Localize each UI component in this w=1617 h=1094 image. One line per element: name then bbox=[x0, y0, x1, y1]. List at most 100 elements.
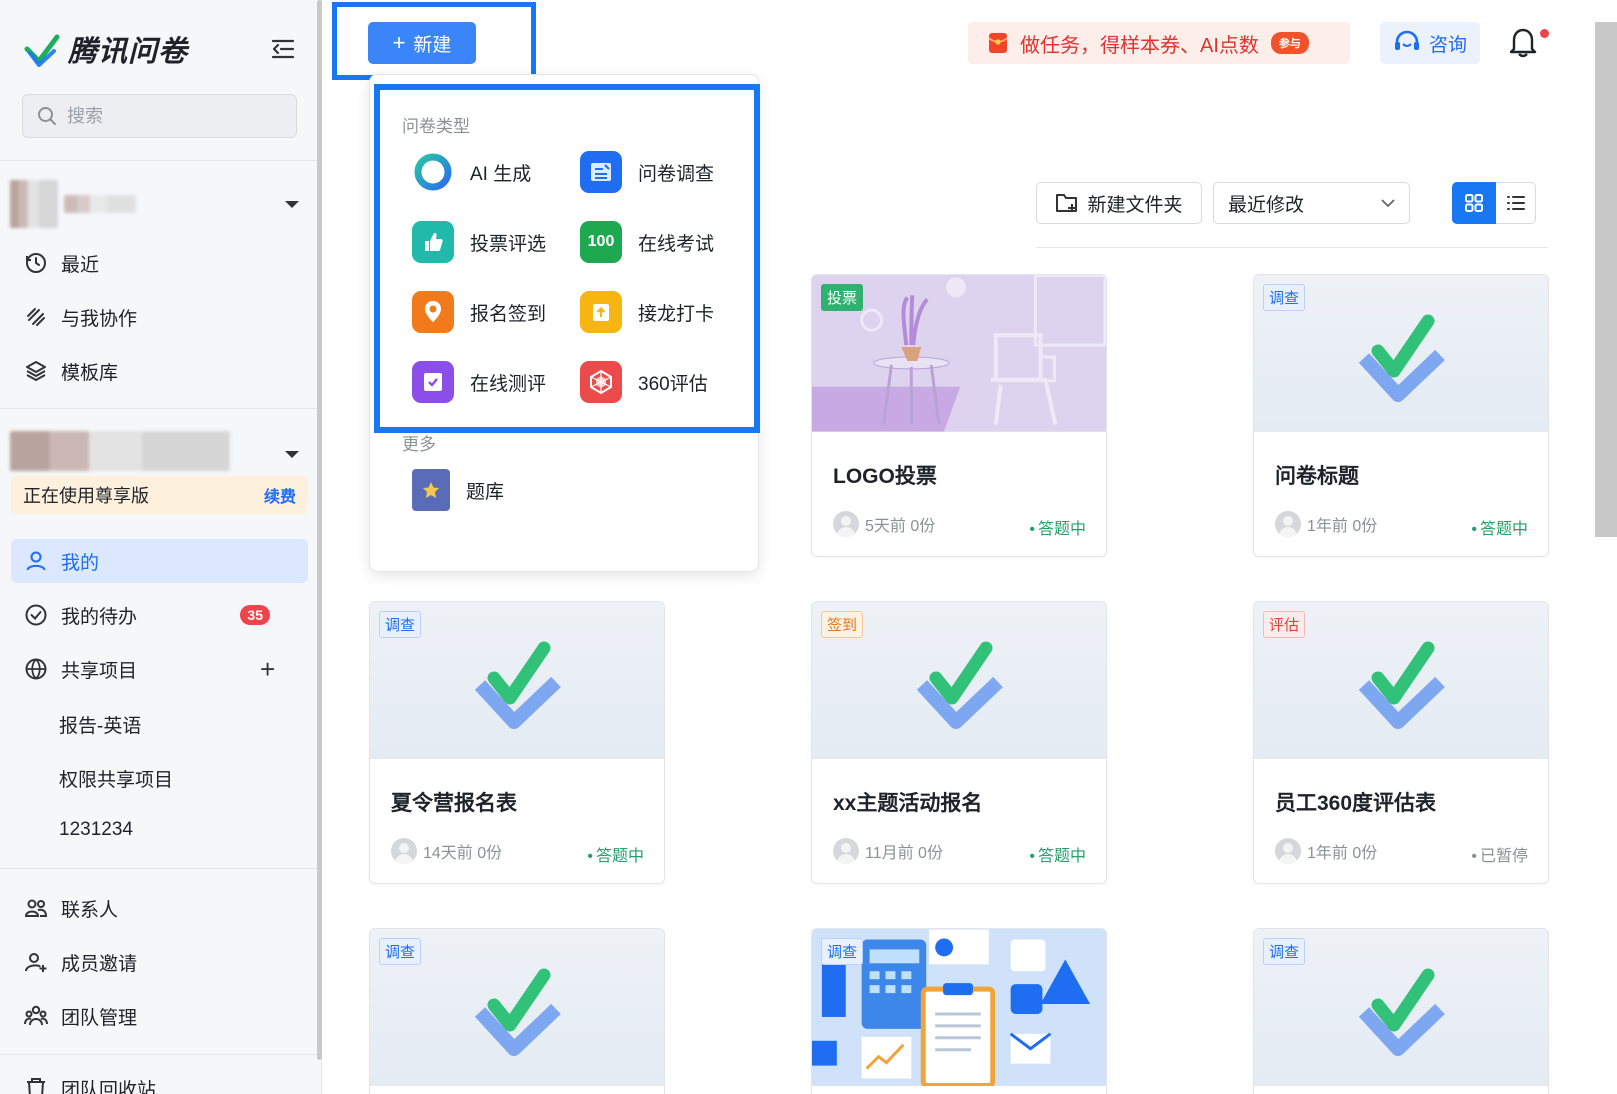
menu-item-vote[interactable]: 投票评选 bbox=[412, 221, 546, 263]
nav-label: 与我协作 bbox=[61, 308, 138, 330]
avatar bbox=[833, 511, 859, 537]
ai-ring-icon bbox=[412, 151, 454, 193]
card-type-tag: 投票 bbox=[821, 284, 864, 311]
nav-item-collab[interactable]: 与我协作 bbox=[11, 295, 308, 339]
search-input[interactable] bbox=[67, 105, 267, 127]
menu-item-label: 在线考试 bbox=[638, 233, 715, 255]
shared-project-item[interactable]: 报告-英语 bbox=[59, 711, 141, 738]
renew-link[interactable]: 续费 bbox=[264, 483, 296, 507]
check-logo-icon bbox=[916, 641, 1003, 729]
new-menu-dropdown: 问卷类型 AI 生成 问卷调查 投票评选 100 在线考试 报名签到 接龙打卡 … bbox=[369, 74, 759, 572]
shared-project-item[interactable]: 1231234 bbox=[59, 819, 133, 841]
card-meta-text: 1年前 0份 bbox=[1307, 518, 1378, 535]
survey-card[interactable]: 签到 xx主题活动报名 11月前 0份 答题中 bbox=[811, 601, 1107, 884]
divider bbox=[0, 1054, 320, 1055]
new-button[interactable]: + 新建 bbox=[368, 22, 476, 64]
nav-item-recycle[interactable]: 团队回收站 bbox=[11, 1066, 308, 1094]
team-icon bbox=[23, 1003, 49, 1029]
nav-item-contacts[interactable]: 联系人 bbox=[11, 886, 308, 930]
team-switcher[interactable] bbox=[10, 431, 230, 471]
chevron-down-icon bbox=[1381, 199, 1395, 208]
nav-label: 共享项目 bbox=[61, 660, 138, 682]
nav-label: 成员邀请 bbox=[61, 953, 138, 975]
survey-card[interactable]: 投票 LOGO投票 5天前 0份 答题中 bbox=[811, 274, 1107, 557]
survey-card[interactable]: 调查 bbox=[811, 928, 1107, 1094]
menu-item-label: 在线测评 bbox=[470, 373, 547, 395]
team-caret-icon[interactable] bbox=[285, 451, 299, 458]
card-type-tag: 调查 bbox=[1263, 938, 1306, 965]
menu-item-label: 报名签到 bbox=[470, 303, 547, 325]
book-icon bbox=[412, 469, 450, 511]
collapse-sidebar-icon[interactable] bbox=[270, 36, 296, 62]
account-name bbox=[64, 195, 136, 213]
app-logo[interactable]: 腾讯问卷 bbox=[24, 28, 188, 70]
menu-item-assessment[interactable]: 在线测评 bbox=[412, 361, 546, 403]
sidebar-scrollbar[interactable] bbox=[317, 0, 322, 1060]
nav-label: 我的 bbox=[61, 552, 100, 574]
nav-item-team-manage[interactable]: 团队管理 bbox=[11, 994, 308, 1038]
consult-button[interactable]: 咨询 bbox=[1380, 22, 1480, 64]
task-promo-banner[interactable]: 做任务，得样本券、AI点数 参与 bbox=[968, 22, 1350, 64]
nav-item-invite[interactable]: 成员邀请 bbox=[11, 940, 308, 984]
menu-item-signup[interactable]: 报名签到 bbox=[412, 291, 546, 333]
card-type-tag: 签到 bbox=[821, 611, 864, 638]
shared-project-item[interactable]: 权限共享项目 bbox=[59, 765, 173, 792]
promo-text: 做任务，得样本券、AI点数 bbox=[1020, 34, 1259, 57]
thumbs-up-icon bbox=[412, 221, 454, 263]
promo-join-tag[interactable]: 参与 bbox=[1270, 32, 1309, 54]
nav-item-recent[interactable]: 最近 bbox=[11, 241, 308, 285]
premium-text: 正在使用尊享版 bbox=[23, 486, 149, 506]
menu-item-survey[interactable]: 问卷调查 bbox=[580, 151, 714, 193]
survey-icon bbox=[580, 151, 622, 193]
menu-item-question-bank[interactable]: 题库 bbox=[412, 469, 504, 511]
folder-add-icon bbox=[1056, 194, 1078, 212]
avatar bbox=[391, 838, 417, 864]
headset-icon bbox=[1394, 30, 1419, 50]
new-folder-label: 新建文件夹 bbox=[1087, 194, 1183, 216]
section-survey-types: 问卷类型 bbox=[402, 117, 470, 136]
card-type-tag: 调查 bbox=[379, 611, 422, 638]
card-type-tag: 评估 bbox=[1263, 611, 1306, 638]
new-folder-button[interactable]: 新建文件夹 bbox=[1036, 182, 1202, 224]
survey-card[interactable]: 调查 bbox=[1253, 928, 1549, 1094]
nav-item-todo[interactable]: 我的待办 35 bbox=[11, 593, 308, 637]
nav-item-templates[interactable]: 模板库 bbox=[11, 349, 308, 393]
menu-item-ai-generate[interactable]: AI 生成 bbox=[412, 151, 531, 193]
sort-value: 最近修改 bbox=[1228, 194, 1305, 216]
sort-select[interactable]: 最近修改 bbox=[1213, 182, 1410, 224]
survey-card[interactable]: 调查 夏令营报名表 14天前 0份 答题中 bbox=[369, 601, 665, 884]
card-meta-text: 14天前 0份 bbox=[423, 845, 503, 862]
grid-icon bbox=[1465, 194, 1483, 212]
menu-item-label: 题库 bbox=[466, 481, 505, 503]
main-scrollbar[interactable] bbox=[1595, 22, 1617, 537]
menu-item-label: AI 生成 bbox=[470, 163, 532, 185]
survey-card[interactable]: 调查 bbox=[369, 928, 665, 1094]
card-status: 答题中 bbox=[1029, 515, 1086, 539]
account-switcher[interactable] bbox=[10, 180, 136, 228]
check-logo-icon bbox=[474, 641, 561, 729]
check-logo-icon bbox=[1358, 641, 1445, 729]
card-meta: 14天前 0份 bbox=[391, 838, 502, 864]
menu-item-relay[interactable]: 接龙打卡 bbox=[580, 291, 714, 333]
layers-icon bbox=[23, 358, 49, 384]
add-shared-project-button[interactable]: + bbox=[260, 656, 275, 682]
grid-view-toggle[interactable] bbox=[1452, 182, 1496, 224]
avatar bbox=[833, 838, 859, 864]
nav-item-mine[interactable]: 我的 bbox=[11, 539, 308, 583]
menu-item-label: 接龙打卡 bbox=[638, 303, 715, 325]
menu-item-360-eval[interactable]: 360评估 bbox=[580, 361, 708, 403]
card-thumbnail: 调查 bbox=[812, 929, 1106, 1086]
link-icon bbox=[23, 304, 49, 330]
survey-card[interactable]: 评估 员工360度评估表 1年前 0份 已暂停 bbox=[1253, 601, 1549, 884]
account-caret-icon[interactable] bbox=[285, 201, 299, 208]
check-logo-icon bbox=[474, 968, 561, 1056]
menu-item-exam[interactable]: 100 在线考试 bbox=[580, 221, 714, 263]
list-view-toggle[interactable] bbox=[1496, 182, 1536, 224]
nav-label: 团队管理 bbox=[61, 1007, 138, 1029]
bell-icon[interactable] bbox=[1508, 26, 1538, 58]
toolbar-divider bbox=[1036, 247, 1548, 248]
divider bbox=[0, 868, 320, 869]
nav-label: 我的待办 bbox=[61, 606, 138, 628]
sidebar-search[interactable] bbox=[22, 94, 297, 138]
survey-card[interactable]: 调查 问卷标题 1年前 0份 答题中 bbox=[1253, 274, 1549, 557]
